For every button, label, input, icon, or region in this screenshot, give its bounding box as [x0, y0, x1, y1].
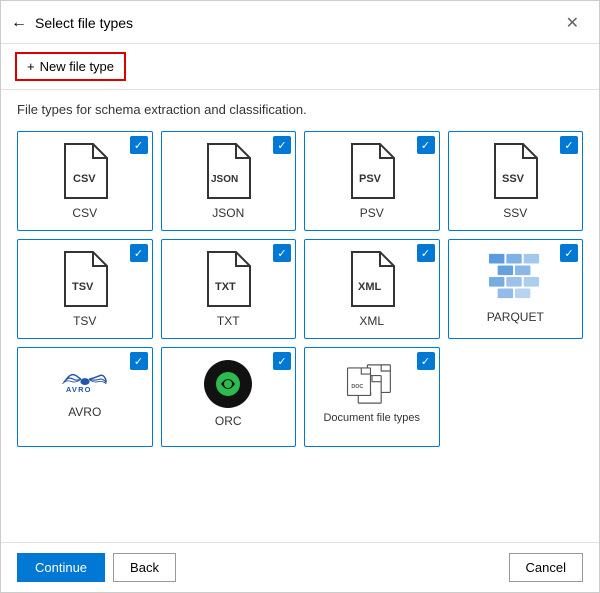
- back-arrow-icon[interactable]: ←: [11, 14, 27, 32]
- tsv-icon: TSV: [59, 250, 111, 308]
- subtitle-text: File types for schema extraction and cla…: [17, 102, 583, 117]
- dialog-title: Select file types: [35, 15, 133, 31]
- svg-text:AVRO: AVRO: [66, 384, 92, 393]
- cancel-button[interactable]: Cancel: [509, 553, 583, 582]
- svg-text:DOC: DOC: [351, 384, 363, 390]
- check-badge-psv: ✓: [417, 136, 435, 154]
- file-card-json[interactable]: ✓ JSON JSON: [161, 131, 297, 231]
- ssv-label: SSV: [503, 206, 527, 220]
- ssv-icon: SSV: [489, 142, 541, 200]
- check-badge-csv: ✓: [130, 136, 148, 154]
- tsv-label: TSV: [73, 314, 96, 328]
- csv-label: CSV: [72, 206, 97, 220]
- footer: Continue Back Cancel: [1, 542, 599, 592]
- check-badge-avro: ✓: [130, 352, 148, 370]
- parquet-label: PARQUET: [487, 310, 544, 324]
- file-card-xml[interactable]: ✓ XML XML: [304, 239, 440, 339]
- file-card-ssv[interactable]: ✓ SSV SSV: [448, 131, 584, 231]
- csv-icon: CSV: [59, 142, 111, 200]
- svg-text:CSV: CSV: [73, 173, 96, 185]
- file-card-avro[interactable]: ✓ AVRO: [17, 347, 153, 447]
- title-bar: ← Select file types ✕: [1, 1, 599, 44]
- file-card-tsv[interactable]: ✓ TSV TSV: [17, 239, 153, 339]
- psv-label: PSV: [360, 206, 384, 220]
- file-card-document[interactable]: ✓ PDF XLS DOC: [304, 347, 440, 447]
- svg-text:SSV: SSV: [502, 173, 525, 185]
- orc-label: ORC: [215, 414, 242, 428]
- check-badge-ssv: ✓: [560, 136, 578, 154]
- file-card-txt[interactable]: ✓ TXT TXT: [161, 239, 297, 339]
- file-card-psv[interactable]: ✓ PSV PSV: [304, 131, 440, 231]
- check-badge-parquet: ✓: [560, 244, 578, 262]
- file-card-csv[interactable]: ✓ CSV CSV: [17, 131, 153, 231]
- svg-text:PSV: PSV: [359, 173, 382, 185]
- content-area: File types for schema extraction and cla…: [1, 90, 599, 542]
- xml-label: XML: [359, 314, 384, 328]
- title-left: ← Select file types: [11, 14, 133, 32]
- check-badge-tsv: ✓: [130, 244, 148, 262]
- check-badge-txt: ✓: [273, 244, 291, 262]
- svg-text:TXT: TXT: [215, 281, 236, 293]
- check-badge-document: ✓: [417, 352, 435, 370]
- json-icon: JSON: [202, 142, 254, 200]
- json-label: JSON: [212, 206, 244, 220]
- orc-icon: [202, 358, 254, 410]
- document-label: Document file types: [323, 412, 420, 424]
- avro-label: AVRO: [68, 405, 101, 419]
- dialog: ← Select file types ✕ + New file type Fi…: [0, 0, 600, 593]
- xml-icon: XML: [346, 250, 398, 308]
- psv-icon: PSV: [346, 142, 398, 200]
- check-badge-orc: ✓: [273, 352, 291, 370]
- parquet-icon: [488, 250, 542, 304]
- svg-text:TSV: TSV: [72, 281, 94, 293]
- txt-label: TXT: [217, 314, 240, 328]
- svg-text:JSON: JSON: [211, 174, 238, 185]
- new-file-label: New file type: [40, 59, 114, 74]
- file-card-parquet[interactable]: ✓ PARQUET: [448, 239, 584, 339]
- new-file-type-button[interactable]: + New file type: [15, 52, 126, 81]
- file-type-grid: ✓ CSV CSV ✓ JSON: [17, 131, 583, 447]
- check-badge-xml: ✓: [417, 244, 435, 262]
- avro-icon: AVRO: [45, 358, 125, 403]
- file-card-orc[interactable]: ✓ ORC: [161, 347, 297, 447]
- svg-text:XML: XML: [358, 281, 382, 293]
- continue-button[interactable]: Continue: [17, 553, 105, 582]
- txt-icon: TXT: [202, 250, 254, 308]
- back-button[interactable]: Back: [113, 553, 176, 582]
- check-badge-json: ✓: [273, 136, 291, 154]
- document-icon: PDF XLS DOC: [341, 358, 403, 410]
- plus-icon: +: [27, 59, 35, 74]
- toolbar: + New file type: [1, 44, 599, 90]
- close-button[interactable]: ✕: [560, 11, 585, 35]
